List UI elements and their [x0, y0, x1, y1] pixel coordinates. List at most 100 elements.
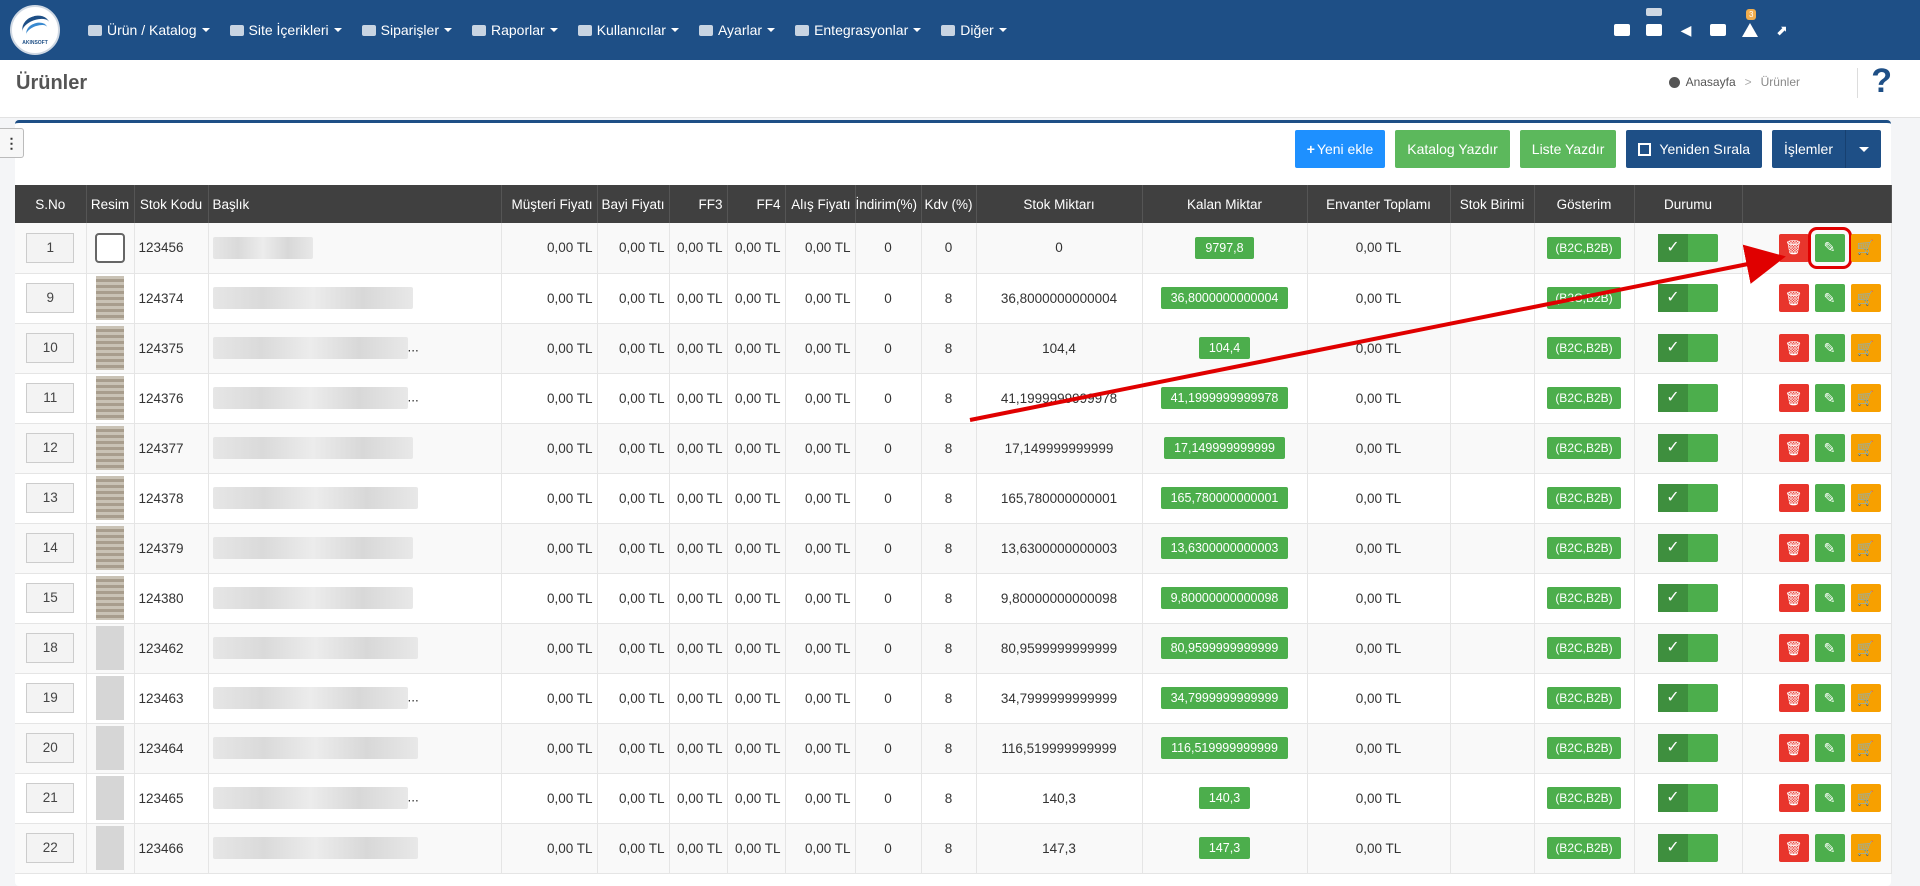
- product-thumbnail[interactable]: [96, 826, 124, 870]
- table-row[interactable]: 20 123464 0,00 TL 0,00 TL 0,00 TL 0,00 TL 0,00…: [15, 723, 1892, 774]
- sort-number-input[interactable]: 10: [26, 333, 75, 363]
- product-thumbnail[interactable]: [96, 626, 124, 670]
- camera-icon[interactable]: [95, 232, 125, 263]
- column-header[interactable]: FF4: [727, 185, 786, 223]
- edit-button[interactable]: ✎: [1814, 334, 1845, 362]
- column-header[interactable]: Stok Birimi: [1450, 185, 1535, 223]
- reorder-button[interactable]: Yeniden Sırala: [1626, 130, 1762, 168]
- delete-button[interactable]: 🗑: [1778, 384, 1809, 412]
- sort-number-input[interactable]: 19: [26, 683, 75, 713]
- sort-number-input[interactable]: 22: [26, 833, 75, 863]
- table-row[interactable]: 13 124378 0,00 TL 0,00 TL 0,00 TL 0,00 TL 0,00…: [15, 473, 1892, 524]
- status-toggle[interactable]: ✓: [1658, 434, 1718, 462]
- column-header[interactable]: Durumu: [1634, 185, 1743, 223]
- nav-item-6[interactable]: Entegrasyonlar: [795, 22, 922, 38]
- product-thumbnail[interactable]: [96, 776, 124, 820]
- edit-button[interactable]: ✎: [1814, 284, 1845, 312]
- id-card-icon[interactable]: [1646, 8, 1662, 36]
- delete-button[interactable]: 🗑: [1778, 434, 1809, 462]
- edit-button[interactable]: ✎: [1814, 584, 1845, 612]
- column-header[interactable]: Envanter Toplamı: [1307, 185, 1451, 223]
- actions-toggle[interactable]: [1845, 130, 1881, 168]
- delete-button[interactable]: 🗑: [1778, 334, 1809, 362]
- table-row[interactable]: 12 124377 0,00 TL 0,00 TL 0,00 TL 0,00 TL 0,00…: [15, 423, 1892, 474]
- status-toggle[interactable]: ✓: [1658, 584, 1718, 612]
- column-header[interactable]: Müşteri Fiyatı: [501, 185, 598, 223]
- cart-button[interactable]: 🛒: [1850, 834, 1881, 862]
- product-thumbnail[interactable]: [96, 376, 124, 420]
- edit-button[interactable]: ✎: [1814, 434, 1845, 462]
- column-header[interactable]: Kdv (%): [921, 185, 977, 223]
- sort-number-input[interactable]: 1: [26, 232, 75, 263]
- cart-button[interactable]: 🛒: [1850, 334, 1881, 362]
- status-toggle[interactable]: ✓: [1658, 233, 1718, 262]
- table-row[interactable]: 1 123456 0,00 TL 0,00 TL 0,00 TL 0,00 TL 0,00 …: [15, 223, 1892, 274]
- delete-button[interactable]: 🗑: [1778, 784, 1809, 812]
- nav-item-3[interactable]: Raporlar: [472, 22, 558, 38]
- column-header[interactable]: Alış Fiyatı: [785, 185, 856, 223]
- product-thumbnail[interactable]: [96, 476, 124, 520]
- actions-dropdown[interactable]: İşlemler: [1771, 130, 1881, 168]
- brand-logo[interactable]: AKINSOFT: [10, 5, 60, 55]
- edit-button[interactable]: ✎: [1814, 834, 1845, 862]
- column-header[interactable]: Başlık: [208, 185, 502, 223]
- catalog-print-button[interactable]: Katalog Yazdır: [1395, 130, 1510, 168]
- sort-number-input[interactable]: 14: [26, 533, 75, 563]
- edit-button[interactable]: ✎: [1814, 534, 1845, 562]
- table-row[interactable]: 19 123463... 0,00 TL 0,00 TL 0,00 TL 0,00 TL 0…: [15, 673, 1892, 724]
- column-header[interactable]: Stok Miktarı: [976, 185, 1143, 223]
- cart-button[interactable]: 🛒: [1850, 534, 1881, 562]
- status-toggle[interactable]: ✓: [1658, 734, 1718, 762]
- column-header[interactable]: FF3: [669, 185, 728, 223]
- sort-number-input[interactable]: 9: [26, 283, 75, 313]
- nav-item-2[interactable]: Siparişler: [361, 22, 452, 38]
- sort-number-input[interactable]: 11: [26, 383, 75, 413]
- status-toggle[interactable]: ✓: [1658, 284, 1718, 312]
- sort-number-input[interactable]: 21: [26, 783, 75, 813]
- column-header[interactable]: [1742, 185, 1892, 223]
- cart-button[interactable]: 🛒: [1850, 684, 1881, 712]
- status-toggle[interactable]: ✓: [1658, 634, 1718, 662]
- help-button[interactable]: ?: [1871, 62, 1892, 101]
- delete-button[interactable]: 🗑: [1778, 684, 1809, 712]
- status-toggle[interactable]: ✓: [1658, 484, 1718, 512]
- column-header[interactable]: S.No: [15, 185, 87, 223]
- edit-button[interactable]: ✎: [1814, 734, 1845, 762]
- product-thumbnail[interactable]: [96, 676, 124, 720]
- nav-item-1[interactable]: Site İçerikleri: [229, 22, 342, 38]
- product-thumbnail[interactable]: [96, 726, 124, 770]
- column-header[interactable]: Bayi Fiyatı: [597, 185, 670, 223]
- column-header[interactable]: Stok Kodu: [134, 185, 209, 223]
- cart-button[interactable]: 🛒: [1850, 434, 1881, 462]
- cart-button[interactable]: 🛒: [1850, 734, 1881, 762]
- delete-button[interactable]: 🗑: [1778, 584, 1809, 612]
- edit-button[interactable]: ✎: [1814, 484, 1845, 512]
- cart-button[interactable]: 🛒: [1850, 384, 1881, 412]
- table-row[interactable]: 11 124376... 0,00 TL 0,00 TL 0,00 TL 0,00 TL 0…: [15, 373, 1892, 424]
- list-print-button[interactable]: Liste Yazdır: [1519, 130, 1617, 168]
- status-toggle[interactable]: ✓: [1658, 384, 1718, 412]
- edit-button[interactable]: ✎: [1814, 384, 1845, 412]
- cart-button[interactable]: 🛒: [1850, 233, 1881, 262]
- edit-button[interactable]: ✎: [1814, 634, 1845, 662]
- table-row[interactable]: 15 124380 0,00 TL 0,00 TL 0,00 TL 0,00 TL 0,00…: [15, 573, 1892, 624]
- external-link-icon[interactable]: ⬈: [1774, 23, 1790, 37]
- delete-button[interactable]: 🗑: [1778, 834, 1809, 862]
- sort-number-input[interactable]: 18: [26, 633, 75, 663]
- warning-icon[interactable]: 3: [1742, 9, 1758, 37]
- nav-item-0[interactable]: Ürün / Katalog: [88, 22, 210, 38]
- edit-button[interactable]: ✎: [1814, 784, 1845, 812]
- status-toggle[interactable]: ✓: [1658, 834, 1718, 862]
- sort-number-input[interactable]: 13: [26, 483, 75, 513]
- table-row[interactable]: 18 123462 0,00 TL 0,00 TL 0,00 TL 0,00 TL 0,00…: [15, 623, 1892, 674]
- delete-button[interactable]: 🗑: [1778, 484, 1809, 512]
- column-header[interactable]: Gösterim: [1534, 185, 1635, 223]
- windows-icon[interactable]: [1710, 24, 1726, 36]
- product-thumbnail[interactable]: [96, 426, 124, 470]
- nav-item-4[interactable]: Kullanıcılar: [577, 22, 679, 38]
- cart-button[interactable]: 🛒: [1850, 784, 1881, 812]
- status-toggle[interactable]: ✓: [1658, 534, 1718, 562]
- table-row[interactable]: 21 123465... 0,00 TL 0,00 TL 0,00 TL 0,00 TL 0…: [15, 773, 1892, 824]
- product-thumbnail[interactable]: [96, 326, 124, 370]
- nav-item-7[interactable]: Diğer: [941, 22, 1007, 38]
